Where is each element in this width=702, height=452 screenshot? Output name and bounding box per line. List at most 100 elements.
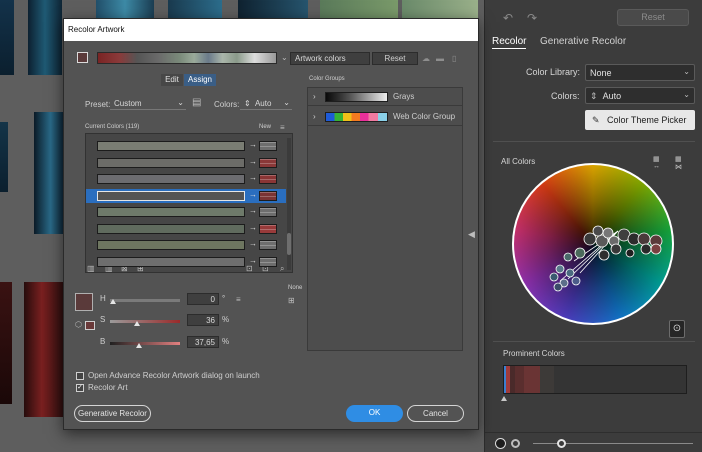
artwork-thumbnail[interactable] bbox=[0, 282, 12, 404]
chevron-right-icon[interactable]: › bbox=[313, 112, 316, 121]
color-mode-icon[interactable]: ⬡ bbox=[75, 321, 82, 329]
b-slider-thumb[interactable] bbox=[136, 343, 142, 348]
tab-edit[interactable]: Edit bbox=[161, 74, 183, 86]
color-row[interactable]: → bbox=[86, 156, 282, 170]
artwork-thumbnail[interactable] bbox=[96, 0, 154, 18]
panel-reset-button[interactable]: Reset bbox=[617, 9, 689, 26]
arrow-right-icon[interactable]: → bbox=[249, 140, 257, 149]
h-slider-track[interactable] bbox=[110, 299, 180, 302]
artwork-thumbnail[interactable] bbox=[320, 0, 398, 18]
collapse-panel-icon[interactable]: ◀ bbox=[468, 230, 475, 239]
color-row[interactable]: → bbox=[86, 139, 282, 153]
new-color-swatch[interactable] bbox=[259, 240, 277, 250]
recolor-art-checkbox[interactable]: ✓ bbox=[76, 384, 84, 392]
trash-icon[interactable]: ▯ bbox=[452, 55, 456, 63]
artwork-thumbnail[interactable] bbox=[238, 0, 308, 18]
tab-assign[interactable]: Assign bbox=[184, 74, 216, 86]
new-color-swatch[interactable] bbox=[259, 207, 277, 217]
artwork-thumbnail[interactable] bbox=[34, 112, 64, 234]
stepper-icon[interactable]: ⇕ bbox=[590, 91, 598, 101]
current-colors-list[interactable] bbox=[85, 133, 293, 273]
cancel-button[interactable]: Cancel bbox=[407, 405, 464, 422]
arrow-right-icon[interactable]: → bbox=[249, 157, 257, 166]
artwork-thumbnail[interactable] bbox=[28, 0, 62, 75]
color-row[interactable]: → bbox=[86, 238, 282, 252]
artwork-color-strip[interactable] bbox=[97, 52, 277, 64]
artwork-thumbnail[interactable] bbox=[0, 122, 8, 192]
active-color-swatch[interactable] bbox=[75, 293, 93, 311]
arrow-right-icon[interactable]: → bbox=[249, 256, 257, 265]
b-value-field[interactable]: 37,65 bbox=[187, 336, 219, 348]
link-icon[interactable]: ⊙ bbox=[669, 320, 685, 338]
s-slider-thumb[interactable] bbox=[134, 321, 140, 326]
new-color-swatch[interactable] bbox=[259, 256, 277, 267]
artwork-thumbnail[interactable] bbox=[0, 0, 14, 75]
preset-dropdown[interactable]: Custom ⌄ bbox=[110, 97, 186, 110]
chevron-right-icon[interactable]: › bbox=[313, 92, 316, 101]
new-color-swatch[interactable] bbox=[259, 174, 277, 184]
artwork-thumbnail[interactable] bbox=[168, 0, 222, 18]
arrow-right-icon[interactable]: → bbox=[249, 223, 257, 232]
artwork-thumbnail[interactable] bbox=[402, 0, 478, 18]
current-color-swatch[interactable] bbox=[97, 190, 245, 201]
arrow-right-icon[interactable]: → bbox=[249, 190, 257, 199]
new-color-swatch[interactable] bbox=[259, 223, 277, 234]
artwork-colors-field[interactable]: Artwork colors bbox=[290, 52, 370, 65]
current-color-swatch[interactable] bbox=[97, 240, 245, 250]
scrollbar-thumb[interactable] bbox=[287, 233, 291, 255]
small-swatch[interactable] bbox=[85, 321, 95, 330]
current-color-swatch[interactable] bbox=[97, 256, 245, 267]
color-group-web[interactable]: › Web Color Group bbox=[308, 108, 462, 126]
color-row[interactable]: → bbox=[86, 172, 282, 186]
current-color-swatch[interactable] bbox=[97, 157, 245, 168]
color-wheel[interactable] bbox=[510, 161, 676, 327]
folder-icon[interactable]: ▬ bbox=[436, 55, 444, 63]
dialog-titlebar[interactable]: Recolor Artwork bbox=[64, 19, 478, 41]
menu-icon[interactable]: ≡ bbox=[236, 296, 241, 304]
preset-options-icon[interactable]: ▤ bbox=[192, 98, 201, 108]
view-mode-smooth-icon[interactable] bbox=[495, 438, 506, 449]
arrow-right-icon[interactable]: → bbox=[249, 239, 257, 248]
unlink-harmony-icon[interactable]: ▦ ⋈ bbox=[675, 155, 682, 171]
save-color-group-icon[interactable]: ☁ bbox=[422, 55, 430, 63]
ok-button[interactable]: OK bbox=[346, 405, 403, 422]
color-theme-picker-button[interactable]: ✎ Color Theme Picker bbox=[585, 110, 695, 130]
dialog-reset-button[interactable]: Reset bbox=[372, 52, 418, 65]
new-color-swatch[interactable] bbox=[259, 141, 277, 151]
tab-generative-recolor[interactable]: Generative Recolor bbox=[540, 36, 626, 47]
current-color-swatch[interactable] bbox=[97, 174, 245, 184]
color-group-grays[interactable]: › Grays bbox=[308, 88, 462, 106]
stepper-icon[interactable]: ⇕ bbox=[244, 99, 251, 108]
color-grid-icon[interactable]: ⊞ bbox=[288, 297, 295, 305]
color-row[interactable]: → bbox=[86, 205, 282, 219]
dialog-colors-dropdown[interactable]: ⇕ Auto ⌄ bbox=[240, 97, 292, 110]
redo-icon[interactable]: ↷ bbox=[527, 11, 537, 25]
brightness-slider-thumb[interactable] bbox=[557, 439, 566, 448]
h-slider-thumb[interactable] bbox=[110, 299, 116, 304]
scrollbar[interactable] bbox=[287, 138, 291, 270]
prominent-colors-bar[interactable] bbox=[503, 365, 687, 394]
menu-icon[interactable]: ≡ bbox=[280, 124, 285, 132]
color-library-dropdown[interactable]: None ⌄ bbox=[585, 64, 695, 81]
arrow-right-icon[interactable]: → bbox=[249, 173, 257, 182]
current-color-swatch[interactable] bbox=[97, 207, 245, 217]
color-groups-panel[interactable]: › Grays › Web Color Group bbox=[307, 87, 463, 351]
tab-recolor[interactable]: Recolor bbox=[492, 36, 527, 49]
open-advanced-checkbox[interactable] bbox=[76, 372, 84, 380]
generative-recolor-button[interactable]: Generative Recolor bbox=[74, 405, 151, 422]
color-row[interactable]: → bbox=[86, 255, 282, 269]
s-slider-track[interactable] bbox=[110, 320, 180, 323]
undo-icon[interactable]: ↶ bbox=[503, 11, 513, 25]
h-value-field[interactable]: 0 bbox=[187, 293, 219, 305]
color-row[interactable]: → bbox=[86, 188, 286, 203]
current-color-swatch-small[interactable] bbox=[77, 52, 88, 63]
new-color-swatch[interactable] bbox=[259, 157, 277, 168]
prominent-slider-handle[interactable] bbox=[501, 396, 507, 401]
s-value-field[interactable]: 36 bbox=[187, 314, 219, 326]
b-slider-track[interactable] bbox=[110, 342, 180, 345]
view-mode-segmented-icon[interactable] bbox=[511, 439, 520, 448]
artwork-thumbnail[interactable] bbox=[24, 282, 64, 417]
current-color-swatch[interactable] bbox=[97, 223, 245, 234]
new-color-swatch[interactable] bbox=[259, 190, 277, 201]
chevron-down-icon[interactable]: ⌄ bbox=[281, 54, 288, 62]
